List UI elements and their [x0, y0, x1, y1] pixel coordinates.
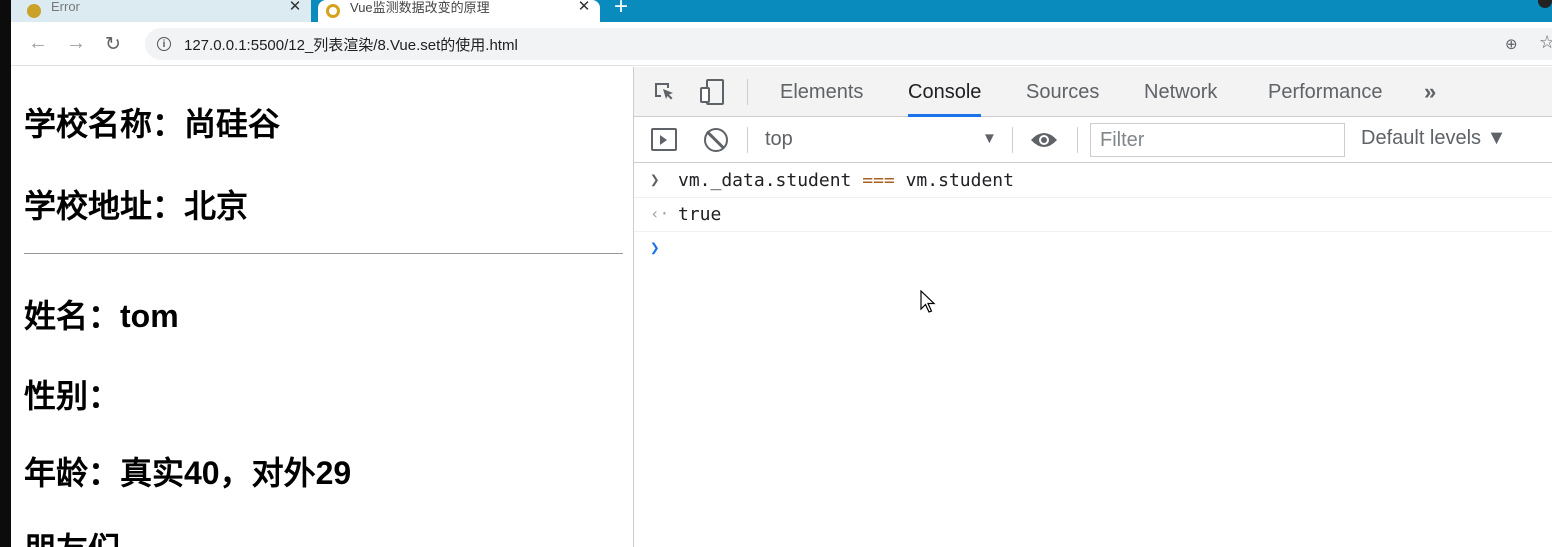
info-icon[interactable]: i: [157, 37, 171, 51]
devtools-tabbar: Elements Console Sources Network Perform…: [634, 67, 1552, 117]
forward-arrow-icon[interactable]: →: [66, 32, 86, 55]
result-arrow-icon: ‹·: [650, 204, 670, 223]
inspect-element-icon[interactable]: [652, 80, 676, 104]
log-levels-dropdown[interactable]: Default levels ▼: [1361, 127, 1506, 150]
friends-heading: 朋友们: [24, 524, 120, 547]
console-sidebar-icon[interactable]: [651, 128, 677, 151]
toolbar-separator: [747, 127, 748, 153]
expr-left: vm._data.student: [678, 170, 852, 191]
tab-close-icon[interactable]: ✕: [285, 0, 305, 15]
toolbar-separator: [747, 79, 748, 105]
device-toolbar-icon[interactable]: [698, 78, 726, 106]
console-prompt-line[interactable]: ❯: [634, 232, 1552, 266]
active-prompt-icon: ❯: [650, 238, 660, 257]
expr-right: vm.student: [905, 170, 1014, 191]
zoom-icon[interactable]: ⊕: [1505, 35, 1518, 53]
tab-performance[interactable]: Performance: [1268, 67, 1383, 117]
tab-title: Vue监测数据改变的原理: [350, 0, 490, 15]
live-expression-eye-icon[interactable]: [1030, 131, 1058, 149]
vue-favicon-icon: [27, 4, 41, 18]
context-selector[interactable]: top: [765, 128, 1001, 152]
school-address: 学校地址：北京: [24, 188, 249, 224]
student-age: 年龄：真实40，对外29: [24, 455, 352, 491]
mouse-cursor-icon: [920, 290, 936, 313]
console-input-line: ❯ vm._data.student === vm.student: [634, 164, 1552, 198]
page-content: 学校名称：尚硅谷 学校地址：北京 姓名：tom 性别： 年龄：真实40，对外29…: [11, 67, 633, 547]
devtools-panel: Elements Console Sources Network Perform…: [633, 67, 1552, 547]
tab-strip: Error ✕ Vue监测数据改变的原理 ✕ +: [11, 0, 1552, 22]
console-result: true: [678, 204, 722, 225]
browser-tab-active[interactable]: Vue监测数据改变的原理 ✕: [318, 0, 600, 22]
student-name: 姓名：tom: [24, 298, 179, 334]
tab-console[interactable]: Console: [908, 67, 982, 117]
tab-sources[interactable]: Sources: [1026, 67, 1099, 117]
clear-console-icon[interactable]: [704, 128, 728, 152]
vue-favicon-icon: [326, 4, 340, 18]
expr-operator: ===: [862, 170, 895, 191]
window-control-icon[interactable]: [1538, 0, 1552, 8]
tab-title: Error: [51, 0, 80, 14]
back-arrow-icon[interactable]: ←: [28, 32, 48, 55]
toolbar-separator: [1012, 127, 1013, 153]
console-code[interactable]: vm._data.student === vm.student: [678, 170, 1014, 191]
screen: Error ✕ Vue监测数据改变的原理 ✕ + ← → ↻ i 127.0.0…: [0, 0, 1552, 547]
bookmark-star-icon[interactable]: ☆: [1539, 32, 1552, 53]
console-result-line: ‹· true: [634, 198, 1552, 232]
console-filter-bar: top ▼ Filter Default levels ▼: [634, 117, 1552, 163]
more-tabs-icon[interactable]: »: [1424, 79, 1436, 105]
screen-edge: [0, 0, 11, 547]
tab-network[interactable]: Network: [1144, 67, 1217, 117]
input-prompt-icon: ❯: [650, 170, 660, 189]
student-sex: 性别：: [24, 378, 121, 414]
console-output: ❯ vm._data.student === vm.student ‹· tru…: [634, 164, 1552, 547]
dropdown-arrow-icon[interactable]: ▼: [982, 130, 997, 147]
tab-close-icon[interactable]: ✕: [574, 0, 594, 15]
filter-input[interactable]: Filter: [1090, 123, 1345, 157]
url-text[interactable]: 127.0.0.1:5500/12_列表渲染/8.Vue.set的使用.html: [184, 34, 518, 55]
divider: [24, 253, 623, 254]
school-name: 学校名称：尚硅谷: [24, 106, 281, 142]
browser-tab-error[interactable]: Error ✕: [11, 0, 311, 22]
browser-toolbar: ← → ↻ i 127.0.0.1:5500/12_列表渲染/8.Vue.set…: [11, 22, 1552, 66]
address-bar[interactable]: i 127.0.0.1:5500/12_列表渲染/8.Vue.set的使用.ht…: [145, 28, 1552, 60]
reload-icon[interactable]: ↻: [105, 33, 121, 56]
new-tab-button[interactable]: +: [614, 0, 628, 21]
tab-elements[interactable]: Elements: [780, 67, 863, 117]
toolbar-separator: [1077, 127, 1078, 153]
